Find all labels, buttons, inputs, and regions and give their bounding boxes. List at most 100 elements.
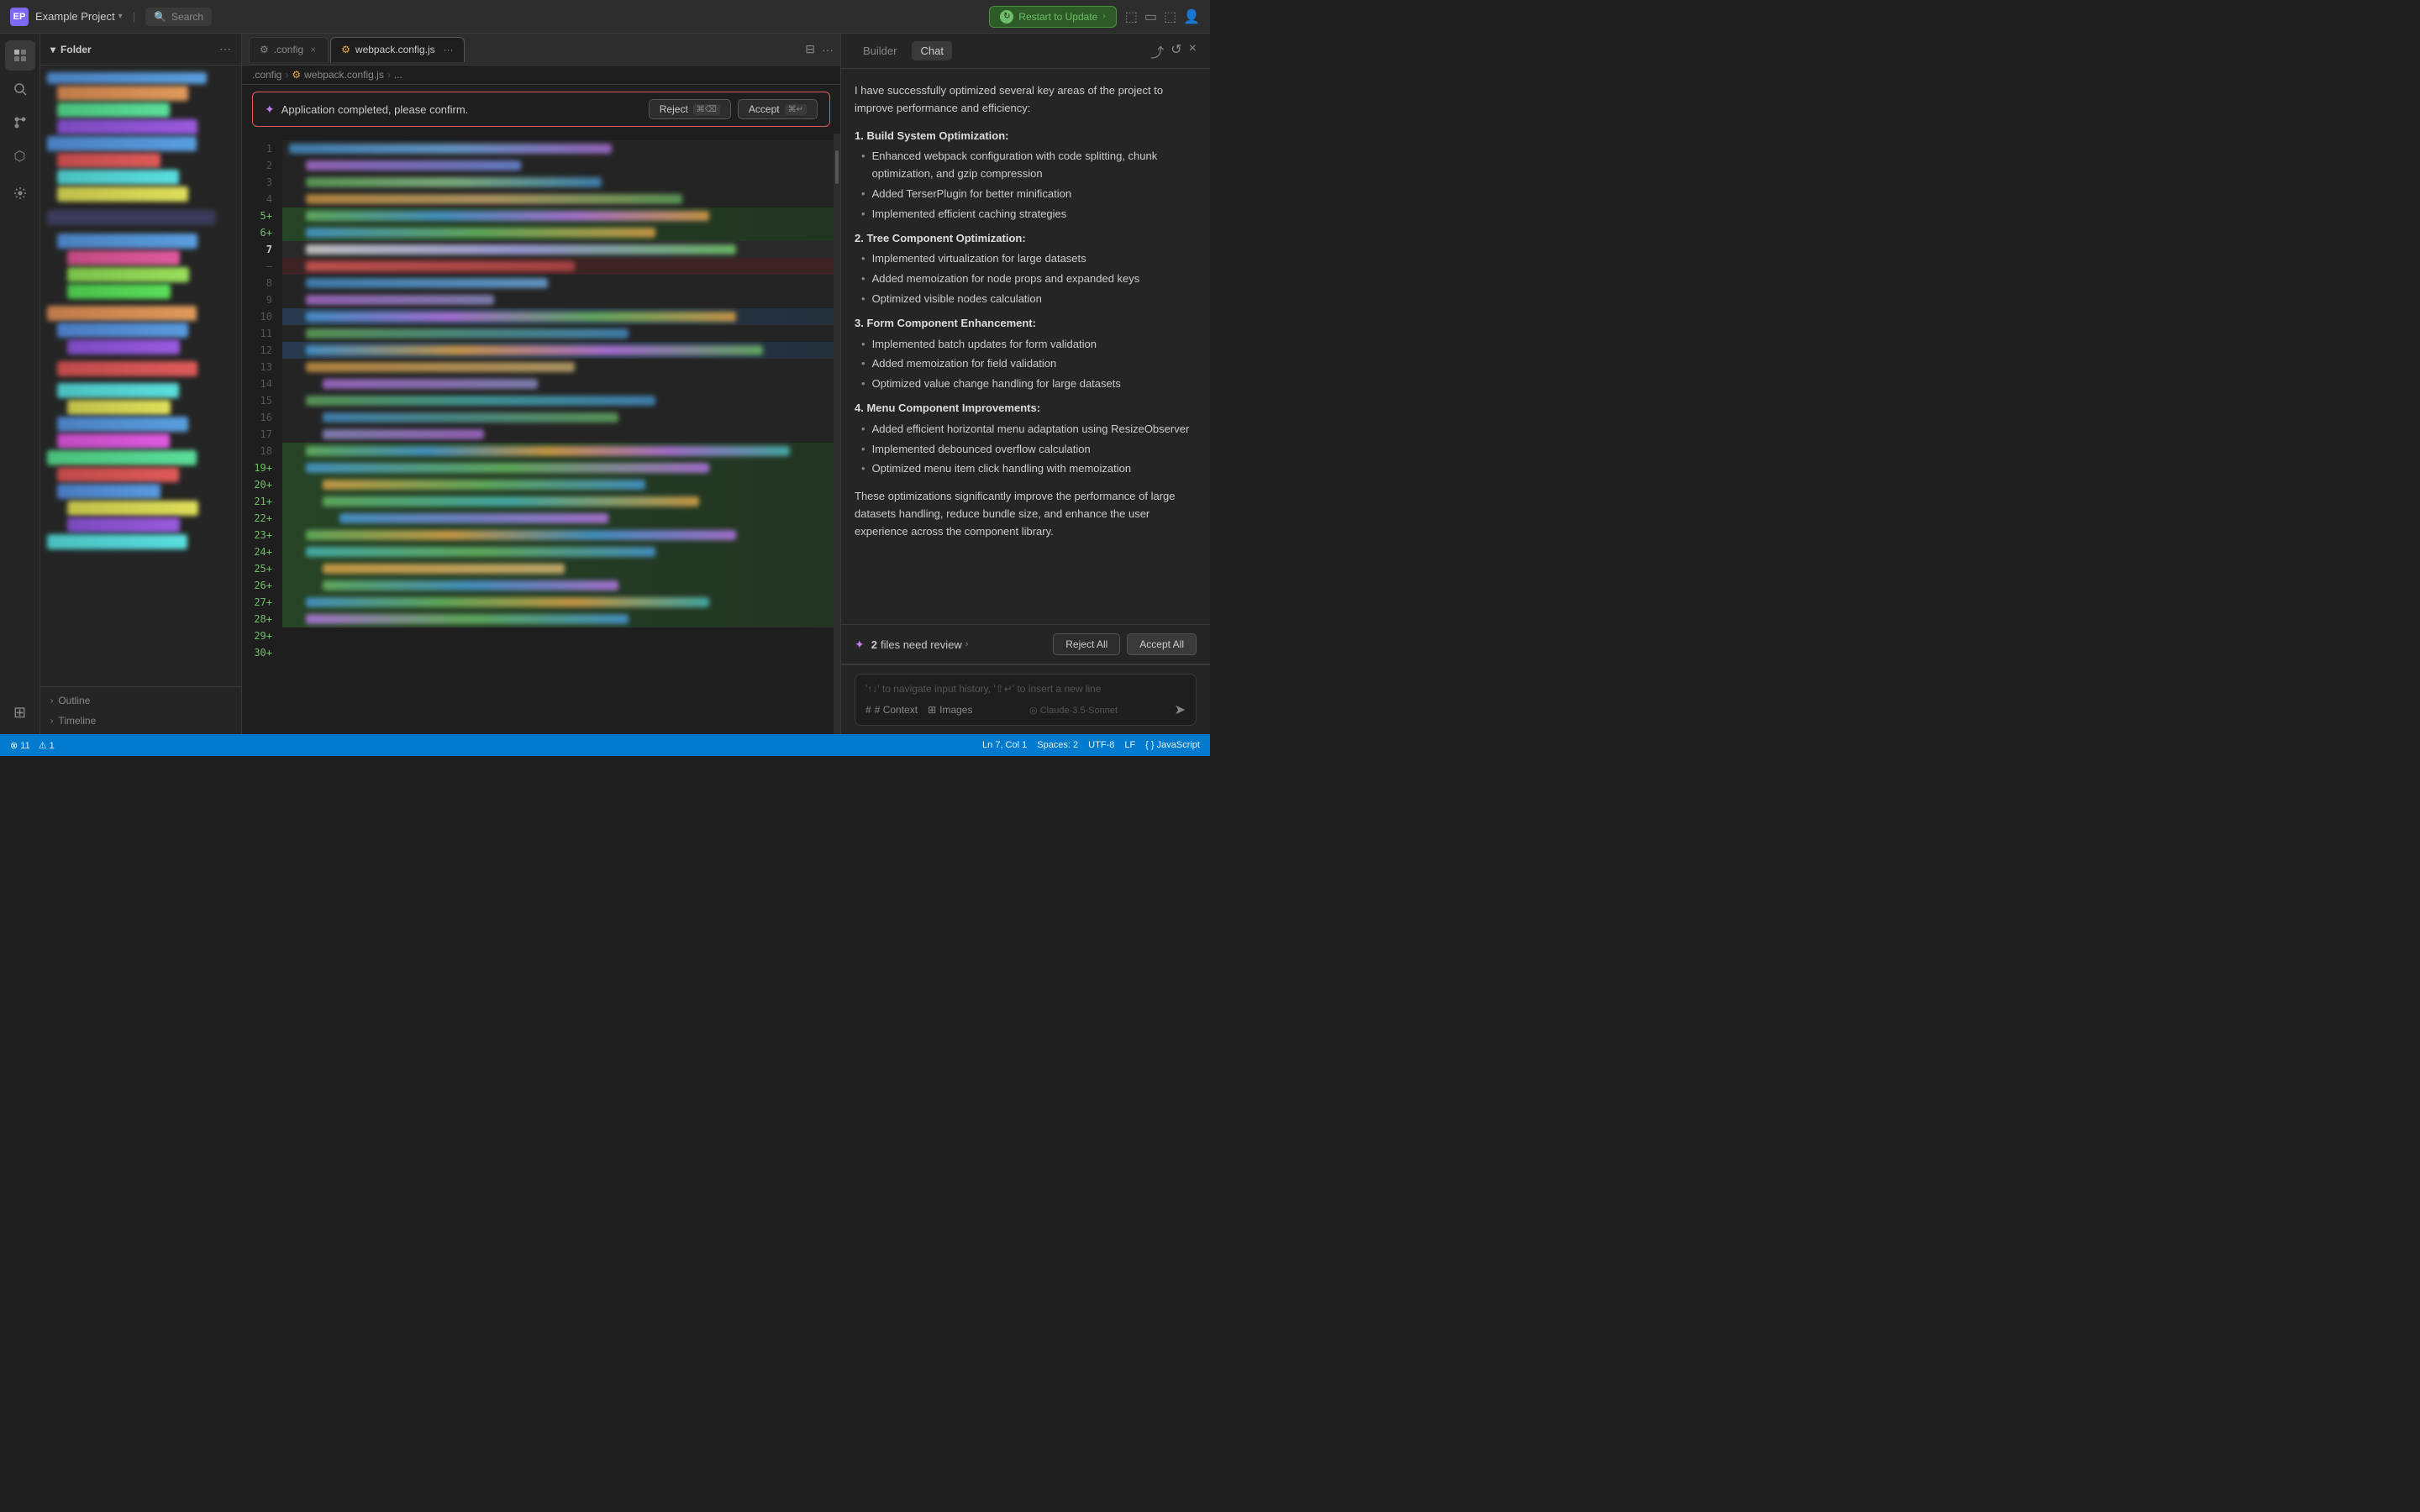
list-item[interactable]: [57, 433, 170, 449]
bullet-text: Implemented virtualization for large dat…: [872, 250, 1086, 268]
account-icon[interactable]: 👤: [1183, 8, 1200, 25]
chat-share-icon[interactable]: ⤴: [1150, 41, 1164, 61]
reject-button[interactable]: Reject ⌘⌫: [649, 99, 731, 119]
code-line-added: [282, 493, 834, 510]
list-item[interactable]: [47, 210, 216, 225]
list-item[interactable]: [57, 86, 188, 101]
search-bar[interactable]: 🔍 Search: [145, 8, 212, 26]
breadcrumb-ellipsis[interactable]: ...: [394, 69, 402, 81]
bullet-text: Added memoization for field validation: [872, 355, 1057, 373]
sidebar-settings-icon[interactable]: ⋯: [219, 42, 231, 56]
webpack-tab-label: webpack.config.js: [355, 44, 435, 55]
list-item[interactable]: [67, 517, 180, 533]
breadcrumb: .config › ⚙ webpack.config.js › ...: [242, 66, 840, 85]
tab-webpack-config[interactable]: ⚙ webpack.config.js ···: [330, 37, 464, 62]
webpack-tab-more: ···: [444, 44, 454, 55]
code-line-added: [282, 443, 834, 459]
model-label: ◎ Claude-3.5-Sonnet: [1029, 705, 1118, 716]
tab-config[interactable]: ⚙ .config ×: [249, 37, 329, 62]
line-ending-setting[interactable]: LF: [1124, 740, 1135, 750]
chat-section-title-2: 2. Tree Component Optimization:: [855, 230, 1197, 248]
language-mode[interactable]: { } JavaScript: [1145, 740, 1200, 750]
layout-left-icon[interactable]: ⬚: [1125, 8, 1138, 25]
list-item[interactable]: [67, 267, 189, 282]
list-item[interactable]: [57, 383, 179, 398]
list-item[interactable]: [47, 72, 207, 84]
errors-status[interactable]: ⊗ 11: [10, 740, 30, 751]
folder-title[interactable]: ▾ Folder: [50, 44, 92, 55]
chat-bullet: Added memoization for node props and exp…: [855, 270, 1197, 288]
encoding-setting[interactable]: UTF-8: [1088, 740, 1114, 750]
context-button[interactable]: # # Context: [865, 704, 918, 716]
breadcrumb-config[interactable]: .config: [252, 69, 281, 81]
more-options-icon[interactable]: ···: [822, 43, 834, 56]
list-item[interactable]: [67, 250, 180, 265]
editor-scrollbar[interactable]: [834, 134, 840, 734]
accept-all-button[interactable]: Accept All: [1127, 633, 1197, 655]
layout-center-icon[interactable]: ▭: [1144, 8, 1157, 25]
chat-section-title-1: 1. Build System Optimization:: [855, 128, 1197, 145]
list-item[interactable]: [47, 450, 197, 465]
config-tab-close[interactable]: ×: [308, 44, 318, 55]
list-item[interactable]: [67, 284, 171, 299]
cursor-position[interactable]: Ln 7, Col 1: [982, 740, 1027, 750]
model-icon: ◎: [1029, 706, 1038, 716]
bullet-text: Added efficient horizontal menu adaptati…: [872, 421, 1190, 438]
breadcrumb-webpack[interactable]: ⚙ webpack.config.js: [292, 69, 383, 81]
restart-to-update-button[interactable]: ↻ Restart to Update ›: [989, 6, 1116, 28]
webpack-breadcrumb-icon: ⚙: [292, 69, 301, 81]
breadcrumb-webpack-label: webpack.config.js: [304, 69, 384, 81]
code-line: [282, 308, 834, 325]
warnings-status[interactable]: ⚠ 1: [39, 740, 55, 751]
split-editor-icon[interactable]: ⊟: [805, 42, 815, 56]
list-item[interactable]: [47, 534, 187, 549]
accept-button[interactable]: Accept ⌘↵: [738, 99, 818, 119]
sidebar-item-grid[interactable]: ⊞: [5, 697, 35, 727]
confirm-banner: ✦ Application completed, please confirm.…: [252, 92, 830, 127]
list-item[interactable]: [57, 323, 188, 338]
layout-right-icon[interactable]: ⬚: [1164, 8, 1176, 25]
list-item[interactable]: [57, 153, 160, 168]
sidebar-item-search[interactable]: [5, 74, 35, 104]
chat-history-icon[interactable]: ↺: [1171, 41, 1181, 61]
list-item[interactable]: [57, 119, 197, 134]
tab-builder[interactable]: Builder: [855, 41, 905, 60]
list-item[interactable]: [57, 467, 179, 482]
list-item[interactable]: [67, 400, 171, 415]
list-item[interactable]: [47, 136, 197, 151]
sidebar-item-explorer[interactable]: [5, 40, 35, 71]
tab-chat[interactable]: Chat: [912, 41, 951, 60]
sidebar-item-git[interactable]: [5, 108, 35, 138]
list-item[interactable]: [57, 361, 197, 376]
outline-chevron-icon: ›: [50, 696, 53, 706]
code-line: [282, 275, 834, 291]
activity-bar: ⬡ ⊞: [0, 34, 40, 734]
list-item[interactable]: [57, 170, 179, 185]
files-review-text[interactable]: 2 files need review ›: [871, 638, 1047, 651]
list-item[interactable]: [57, 484, 160, 499]
list-item[interactable]: [67, 501, 198, 516]
sidebar-item-settings[interactable]: [5, 178, 35, 208]
list-item[interactable]: [57, 234, 197, 249]
project-selector[interactable]: Example Project ▾: [35, 10, 123, 23]
reject-all-button[interactable]: Reject All: [1053, 633, 1120, 655]
chat-section-3: 3. Form Component Enhancement: Implement…: [855, 315, 1197, 393]
list-item[interactable]: [47, 306, 197, 321]
code-line: [282, 359, 834, 375]
code-editor[interactable]: 1 2 3 4 5+ 6+ 7 — 8 9 10 11 12 13 14 15 …: [242, 134, 840, 734]
spaces-setting[interactable]: Spaces: 2: [1037, 740, 1078, 750]
list-item[interactable]: [57, 102, 170, 118]
timeline-section[interactable]: › Timeline: [40, 711, 241, 731]
sidebar-item-extensions[interactable]: ⬡: [5, 141, 35, 171]
chat-bullet: Implemented batch updates for form valid…: [855, 336, 1197, 354]
confirm-sparkle-icon: ✦: [265, 102, 275, 117]
send-button[interactable]: ➤: [1175, 701, 1186, 718]
outline-section[interactable]: › Outline: [40, 690, 241, 711]
optimized-visible-nodes: Optimized visible nodes calculation: [872, 291, 1042, 308]
list-item[interactable]: [57, 186, 188, 202]
chat-close-icon[interactable]: ×: [1189, 41, 1197, 61]
code-line-added: [282, 594, 834, 611]
list-item[interactable]: [57, 417, 188, 432]
images-button[interactable]: ⊞ Images: [928, 704, 972, 716]
list-item[interactable]: [67, 339, 180, 354]
